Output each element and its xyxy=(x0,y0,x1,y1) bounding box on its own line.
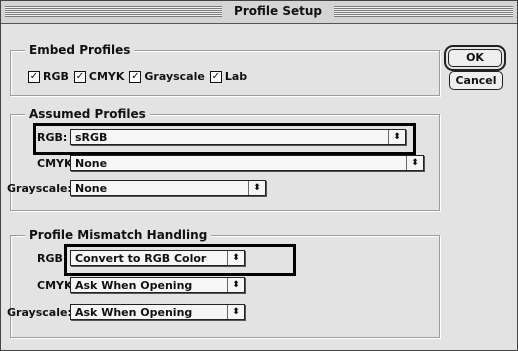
check-icon: ✓ xyxy=(209,70,222,83)
assumed-cmyk-popup[interactable]: None ⬍ xyxy=(70,155,424,171)
embed-lab-label: Lab xyxy=(224,70,248,83)
embed-grayscale-checkbox[interactable]: ✓ Grayscale xyxy=(129,70,205,83)
embed-rgb-checkbox[interactable]: ✓ RGB xyxy=(28,70,69,83)
embed-grayscale-label: Grayscale xyxy=(144,70,205,83)
assumed-grayscale-value: None xyxy=(75,182,108,195)
embed-cmyk-label: CMYK xyxy=(88,70,125,83)
popup-arrow-icon: ⬍ xyxy=(388,130,405,144)
cancel-button[interactable]: Cancel xyxy=(449,71,503,90)
assumed-profiles-label: Assumed Profiles xyxy=(25,106,150,122)
popup-arrow-icon: ⬍ xyxy=(406,156,423,170)
window-title: Profile Setup xyxy=(222,4,334,20)
assumed-rgb-value: sRGB xyxy=(75,131,108,144)
mismatch-grayscale-row: Grayscale: Ask When Opening ⬍ xyxy=(7,304,245,320)
mismatch-handling-label: Profile Mismatch Handling xyxy=(25,227,212,243)
mismatch-rgb-label: RGB: xyxy=(37,251,68,265)
assumed-rgb-popup[interactable]: sRGB ⬍ xyxy=(70,129,406,145)
mismatch-cmyk-row: CMYK: Ask When Opening ⬍ xyxy=(37,277,245,293)
title-stripes-right xyxy=(334,6,513,17)
mismatch-grayscale-label: Grayscale: xyxy=(7,305,72,319)
assumed-cmyk-value: None xyxy=(75,157,108,170)
assumed-grayscale-popup[interactable]: None ⬍ xyxy=(70,180,266,196)
mismatch-rgb-row: RGB: Convert to RGB Color ⬍ xyxy=(37,250,245,266)
assumed-cmyk-row: CMYK: None ⬍ xyxy=(37,155,424,171)
popup-arrow-icon: ⬍ xyxy=(227,251,244,265)
assumed-rgb-row: RGB: sRGB ⬍ xyxy=(37,129,406,145)
embed-lab-checkbox[interactable]: ✓ Lab xyxy=(209,70,248,83)
embed-cmyk-checkbox[interactable]: ✓ CMYK xyxy=(73,70,125,83)
profile-setup-dialog: Profile Setup OK Cancel Embed Profiles ✓… xyxy=(0,0,518,351)
popup-arrow-icon: ⬍ xyxy=(227,305,244,319)
mismatch-cmyk-popup[interactable]: Ask When Opening ⬍ xyxy=(70,277,245,293)
check-icon: ✓ xyxy=(129,70,142,83)
mismatch-cmyk-label: CMYK: xyxy=(37,278,77,292)
embed-profiles-label: Embed Profiles xyxy=(25,42,135,58)
assumed-grayscale-row: Grayscale: None ⬍ xyxy=(7,180,266,196)
mismatch-rgb-popup[interactable]: Convert to RGB Color ⬍ xyxy=(70,250,245,266)
mismatch-grayscale-value: Ask When Opening xyxy=(75,306,193,319)
assumed-rgb-label: RGB: xyxy=(37,130,68,144)
embed-rgb-label: RGB xyxy=(43,70,69,83)
mismatch-grayscale-popup[interactable]: Ask When Opening ⬍ xyxy=(70,304,245,320)
title-bar[interactable]: Profile Setup xyxy=(1,1,517,24)
check-icon: ✓ xyxy=(28,70,40,83)
assumed-cmyk-label: CMYK: xyxy=(37,156,77,170)
mismatch-rgb-value: Convert to RGB Color xyxy=(75,252,207,265)
embed-profiles-group: Embed Profiles ✓ RGB ✓ CMYK ✓ Grayscale … xyxy=(10,42,440,96)
check-icon: ✓ xyxy=(73,70,86,83)
assumed-grayscale-label: Grayscale: xyxy=(7,181,72,195)
popup-arrow-icon: ⬍ xyxy=(227,278,244,292)
title-stripes-left xyxy=(5,6,222,17)
popup-arrow-icon: ⬍ xyxy=(248,181,265,195)
mismatch-cmyk-value: Ask When Opening xyxy=(75,279,193,292)
ok-button[interactable]: OK xyxy=(444,45,506,71)
embed-profiles-checkboxes: ✓ RGB ✓ CMYK ✓ Grayscale ✓ Lab xyxy=(28,70,252,83)
